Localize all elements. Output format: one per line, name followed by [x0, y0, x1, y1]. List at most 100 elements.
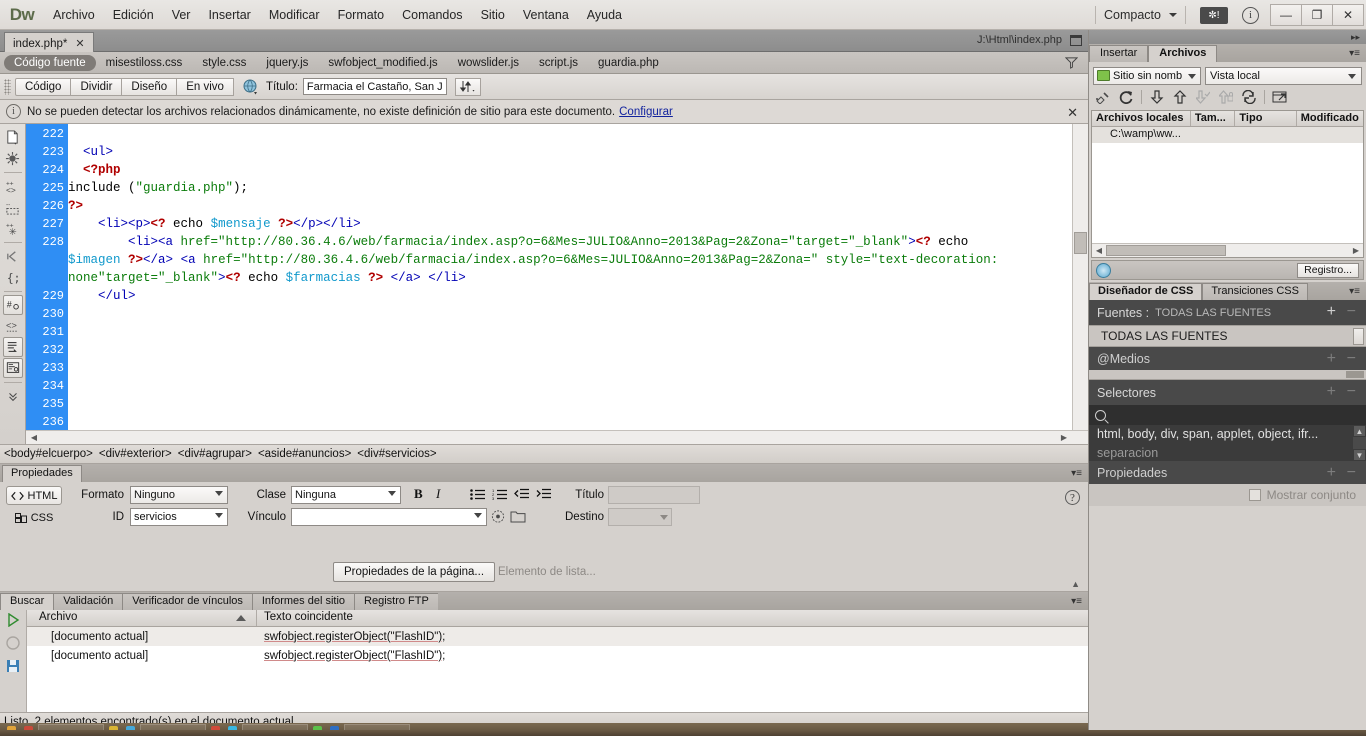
workspace-switcher[interactable]: Compacto: [1104, 8, 1177, 22]
files-list-horizontal-scrollbar[interactable]: ◀ ▶: [1092, 243, 1363, 257]
code-editor[interactable]: ++<> -- ++✳ {;} # <>: [0, 124, 1088, 444]
restore-icon[interactable]: [1070, 35, 1082, 46]
scroll-left-icon[interactable]: ◀: [28, 432, 40, 443]
related-file-swfobject-modified-js[interactable]: swfobject_modified.js: [318, 57, 447, 69]
list-item-button[interactable]: Elemento de lista...: [487, 562, 607, 582]
highlight-invalid-code-icon[interactable]: [3, 148, 23, 168]
selector-list-scrollbar[interactable]: ▲ ▼: [1353, 425, 1366, 461]
unordered-list-icon[interactable]: [470, 488, 485, 501]
tab-archivos[interactable]: Archivos: [1148, 45, 1218, 62]
scroll-right-icon[interactable]: ▶: [1058, 432, 1070, 443]
recent-snippets-icon[interactable]: [3, 246, 23, 266]
tab-informes-del-sitio[interactable]: Informes del sitio: [251, 593, 355, 610]
collapse-full-tag-icon[interactable]: <>: [3, 316, 23, 336]
menu-ayuda[interactable]: Ayuda: [578, 4, 631, 26]
view-button-diseno[interactable]: Diseño: [121, 77, 178, 96]
column-modificado[interactable]: Modificado: [1297, 111, 1363, 126]
destino-select[interactable]: [608, 508, 672, 526]
info-icon[interactable]: i: [1242, 6, 1259, 24]
document-tab-index-php[interactable]: index.php* ✕: [4, 32, 94, 52]
titulo-prop-input[interactable]: [608, 486, 700, 504]
css-mode-button[interactable]: CSS: [6, 508, 62, 527]
collapse-panel-icon[interactable]: ▲: [1071, 579, 1080, 589]
view-button-codigo[interactable]: Código: [15, 77, 72, 96]
related-file-style-css[interactable]: style.css: [192, 57, 256, 69]
code-text[interactable]: <ul> <?php include ("guardia.php"); ?> <li…: [68, 124, 1072, 434]
apply-comment-icon[interactable]: ++ <>: [3, 176, 23, 196]
spinner-icon[interactable]: [1353, 328, 1364, 345]
menu-ver[interactable]: Ver: [163, 4, 200, 26]
synchronize-icon[interactable]: [1239, 88, 1259, 106]
stop-icon[interactable]: [6, 636, 20, 653]
results-table[interactable]: Archivo Texto coincidente [documento act…: [26, 610, 1088, 712]
file-management-icon[interactable]: [454, 77, 481, 96]
minus-icon[interactable]: −: [1347, 465, 1356, 481]
panel-menu-icon[interactable]: ▾≡: [1349, 48, 1360, 59]
related-file-jquery-js[interactable]: jquery.js: [256, 57, 318, 69]
check-out-icon[interactable]: [1193, 88, 1213, 106]
panel-menu-icon[interactable]: ▾≡: [1349, 286, 1360, 297]
plus-icon[interactable]: +: [1327, 465, 1336, 481]
scrollbar-thumb[interactable]: [1346, 371, 1364, 378]
filter-icon[interactable]: [1065, 56, 1078, 69]
menu-ventana[interactable]: Ventana: [514, 4, 578, 26]
plus-icon[interactable]: +: [1327, 384, 1336, 400]
point-to-file-icon[interactable]: [490, 509, 506, 524]
minus-icon[interactable]: −: [1347, 351, 1356, 367]
tab-registro-ftp[interactable]: Registro FTP: [354, 593, 438, 610]
tag-div-agrupar[interactable]: <div#agrupar>: [178, 448, 252, 460]
get-files-icon[interactable]: [1147, 88, 1167, 106]
expand-all-icon[interactable]: [2, 358, 23, 378]
related-file-codigo-fuente[interactable]: Código fuente: [4, 54, 96, 71]
column-archivos-locales[interactable]: Archivos locales: [1092, 111, 1191, 126]
table-row[interactable]: [documento actual] swfobject.registerObj…: [27, 627, 1088, 646]
column-tipo[interactable]: Tipo: [1235, 111, 1297, 126]
vinculo-input[interactable]: [291, 508, 487, 526]
bold-button[interactable]: B: [414, 486, 423, 502]
document-title-input[interactable]: [302, 78, 447, 95]
scroll-right-icon[interactable]: ▶: [1350, 245, 1362, 256]
selector-list[interactable]: html, body, div, span, applet, object, i…: [1089, 425, 1366, 461]
source-item-todas-las-fuentes[interactable]: TODAS LAS FUENTES: [1089, 325, 1366, 347]
expand-panels-icon[interactable]: ▸▸: [1351, 32, 1360, 43]
panel-menu-icon[interactable]: ▾≡: [1071, 468, 1082, 479]
list-item[interactable]: html, body, div, span, applet, object, i…: [1097, 425, 1366, 444]
italic-button[interactable]: I: [436, 486, 440, 502]
close-button[interactable]: ✕: [1332, 4, 1364, 26]
scrollbar-thumb[interactable]: [1074, 232, 1087, 254]
scroll-left-icon[interactable]: ◀: [1093, 245, 1105, 256]
more-icon[interactable]: [3, 386, 23, 406]
html-mode-button[interactable]: HTML: [6, 486, 62, 505]
menu-edicion[interactable]: Edición: [104, 4, 163, 26]
clase-select[interactable]: Ninguna: [291, 486, 401, 504]
put-files-icon[interactable]: [1170, 88, 1190, 106]
registro-button[interactable]: Registro...: [1297, 262, 1359, 278]
menu-archivo[interactable]: Archivo: [44, 4, 104, 26]
tag-div-exterior[interactable]: <div#exterior>: [99, 448, 172, 460]
globe-icon[interactable]: [243, 79, 259, 95]
selector-search-input[interactable]: [1089, 405, 1366, 425]
minus-icon[interactable]: −: [1347, 384, 1356, 400]
view-button-en-vivo[interactable]: En vivo: [176, 77, 234, 96]
table-row[interactable]: [documento actual] swfobject.registerObj…: [27, 646, 1088, 665]
tab-validacion[interactable]: Validación: [53, 593, 123, 610]
line-numbers-icon[interactable]: #: [2, 295, 23, 315]
save-report-icon[interactable]: [6, 659, 20, 676]
menu-formato[interactable]: Formato: [329, 4, 394, 26]
site-selector[interactable]: Sitio sin nomb: [1093, 66, 1201, 85]
wrap-tag-icon[interactable]: ++ ✳: [3, 218, 23, 238]
tab-disenador-de-css[interactable]: Diseñador de CSS: [1089, 283, 1203, 300]
open-documents-icon[interactable]: [3, 127, 23, 147]
menu-sitio[interactable]: Sitio: [472, 4, 514, 26]
scroll-up-icon[interactable]: ▲: [1353, 425, 1366, 437]
minimize-button[interactable]: —: [1270, 4, 1302, 26]
menu-modificar[interactable]: Modificar: [260, 4, 329, 26]
formato-select[interactable]: Ninguno: [130, 486, 228, 504]
expand-panel-icon[interactable]: [1270, 88, 1290, 106]
scroll-down-icon[interactable]: ▼: [1353, 449, 1366, 461]
indent-icon[interactable]: [536, 488, 551, 501]
list-item[interactable]: C:\wamp\ww...: [1092, 127, 1363, 143]
related-file-wowslider-js[interactable]: wowslider.js: [448, 57, 529, 69]
tab-verificador-de-vinculos[interactable]: Verificador de vínculos: [122, 593, 252, 610]
menu-insertar[interactable]: Insertar: [199, 4, 259, 26]
